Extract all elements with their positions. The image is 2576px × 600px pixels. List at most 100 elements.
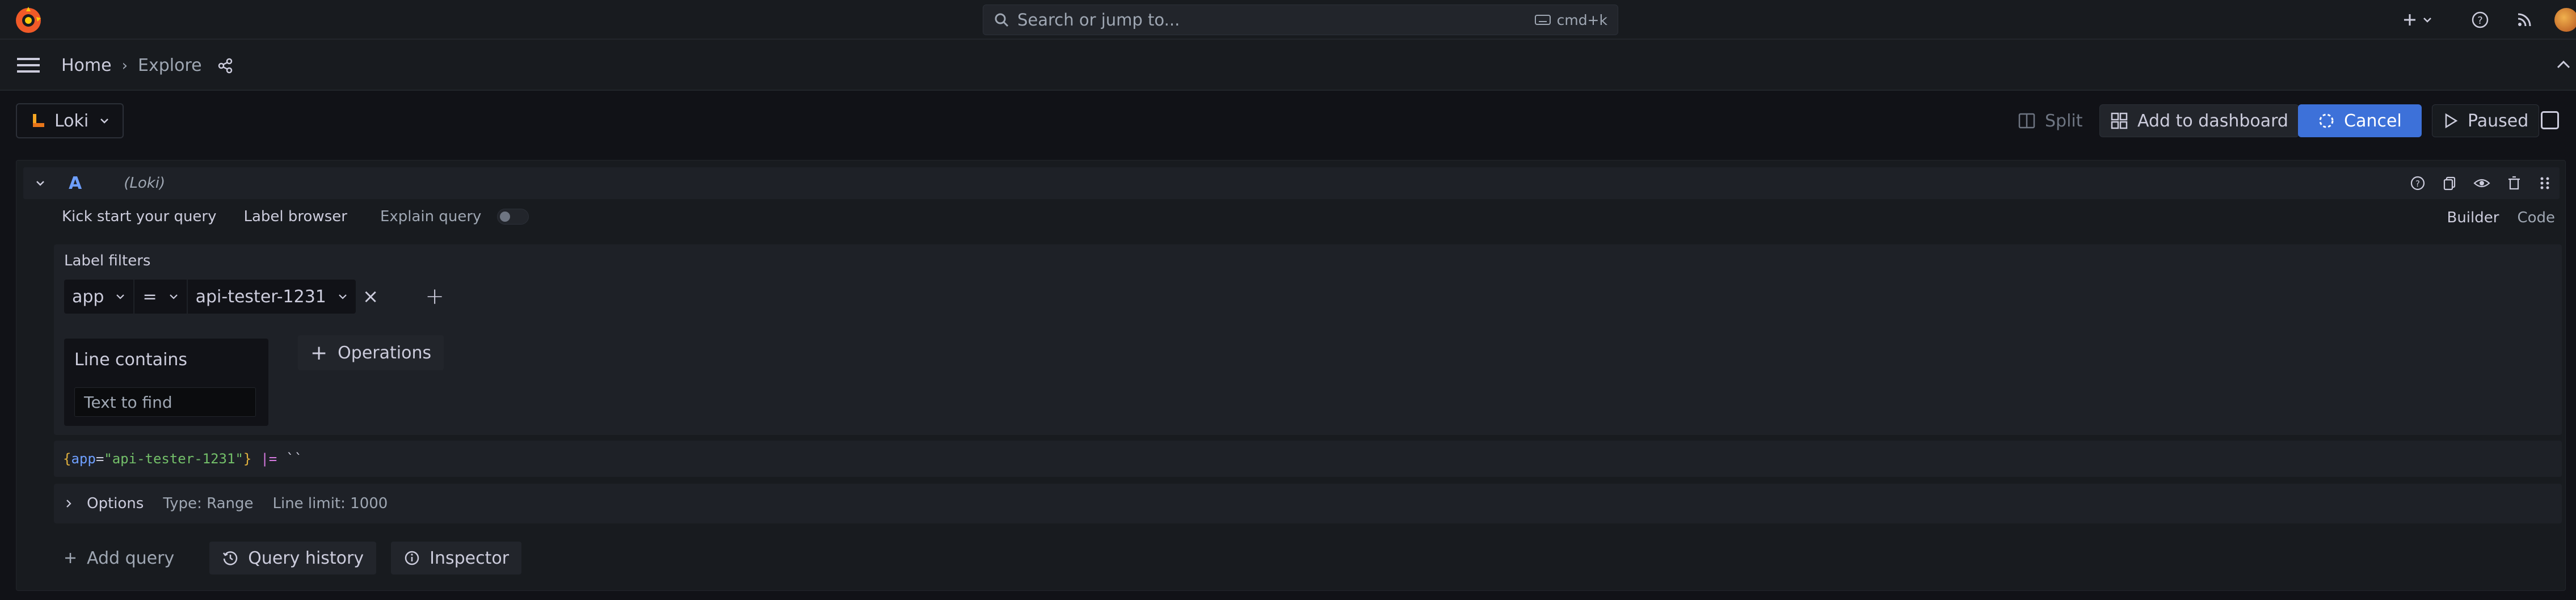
rss-icon — [2518, 13, 2531, 27]
query-actions: Add query Query history Inspector — [63, 542, 522, 574]
menu-icon[interactable] — [16, 56, 41, 75]
mode-builder-tab[interactable]: Builder — [2447, 209, 2499, 226]
share-icon[interactable] — [217, 57, 234, 74]
split-button[interactable]: Split — [2007, 104, 2093, 137]
label-filter-row: app = api-tester-1231 × + — [64, 280, 444, 314]
chevron-down-icon — [100, 119, 109, 124]
chevron-down-icon — [2423, 18, 2431, 23]
query-options[interactable]: Options Type: Range Line limit: 1000 — [54, 484, 2562, 523]
query-history-label: Query history — [248, 548, 364, 568]
query-row-actions: ? — [2410, 175, 2552, 191]
text-to-find-placeholder: Text to find — [84, 392, 172, 412]
add-filter-icon[interactable]: + — [425, 284, 444, 310]
live-tail-button[interactable]: Paused — [2432, 104, 2540, 137]
collapse-icon[interactable] — [2556, 58, 2571, 71]
add-query-label: Add query — [87, 548, 175, 568]
options-line-limit: Line limit: 1000 — [272, 495, 388, 512]
play-icon — [2445, 113, 2458, 129]
svg-text:?: ? — [2477, 15, 2483, 27]
preview-key: app — [71, 451, 96, 467]
info-circle-icon — [405, 551, 419, 565]
search-icon — [995, 13, 1009, 27]
plus-icon: + — [310, 341, 328, 365]
query-history-button[interactable]: Query history — [209, 542, 377, 574]
inspector-label: Inspector — [430, 548, 510, 568]
help-button[interactable]: ? — [2470, 9, 2490, 31]
nav-bar: Home › Explore — [0, 40, 2576, 91]
copy-icon[interactable] — [2442, 175, 2457, 191]
grafana-logo-icon[interactable] — [14, 6, 43, 35]
drag-handle-icon[interactable] — [2538, 175, 2552, 191]
operator-select[interactable]: = — [134, 280, 187, 314]
preview-eq: = — [95, 451, 104, 467]
query-row-header[interactable]: A (Loki) ? — [23, 167, 2560, 199]
datasource-name: Loki — [54, 111, 89, 131]
options-type: Type: Range — [163, 495, 254, 512]
shortcut-label: cmd+k — [1556, 11, 1607, 28]
query-ref-id[interactable]: A — [69, 174, 82, 193]
top-bar: Search or jump to... cmd+k ? — [0, 0, 2576, 40]
breadcrumb-explore: Explore — [138, 56, 202, 75]
value-select[interactable]: api-tester-1231 — [187, 280, 356, 314]
value-select-value: api-tester-1231 — [195, 286, 326, 307]
spinner-icon — [2319, 113, 2334, 128]
breadcrumb-home[interactable]: Home — [61, 56, 112, 75]
plus-icon — [2404, 14, 2415, 26]
search-placeholder: Search or jump to... — [1017, 10, 1180, 29]
chevron-down-icon — [169, 294, 178, 299]
operation-card: Line contains Text to find — [64, 339, 268, 426]
cancel-button[interactable]: Cancel — [2298, 104, 2422, 137]
operation-title: Line contains — [74, 350, 188, 370]
query-panel: A (Loki) ? Kick start your query Label b… — [16, 160, 2566, 591]
label-select-value: app — [72, 286, 104, 307]
query-preview: { app = "api-tester-1231" } |= `` — [54, 441, 2562, 477]
datasource-picker[interactable]: Loki — [16, 103, 124, 138]
label-filters-title: Label filters — [64, 252, 151, 269]
remove-filter-icon[interactable]: × — [363, 285, 379, 308]
add-query-button[interactable]: Add query — [63, 542, 187, 574]
editor-mode-switch: Builder Code — [2447, 209, 2555, 226]
chevron-right-icon — [66, 500, 71, 508]
add-operation-button[interactable]: + Operations — [298, 335, 444, 370]
svg-text:?: ? — [2415, 179, 2420, 189]
inspector-button[interactable]: Inspector — [391, 542, 522, 574]
preview-close-brace: } — [243, 451, 252, 467]
eye-icon[interactable] — [2473, 175, 2490, 191]
mode-code-tab[interactable]: Code — [2517, 209, 2555, 226]
split-label: Split — [2045, 111, 2083, 131]
query-datasource-name: (Loki) — [124, 175, 166, 192]
trash-icon[interactable] — [2506, 175, 2522, 191]
search-shortcut: cmd+k — [1534, 12, 1607, 28]
label-select[interactable]: app — [64, 280, 134, 314]
query-header-controls: Kick start your query Label browser Expl… — [48, 208, 529, 225]
help-icon: ? — [2472, 11, 2489, 28]
help-icon[interactable]: ? — [2410, 175, 2426, 191]
explain-query-toggle[interactable] — [497, 209, 529, 225]
chevron-down-icon — [116, 294, 125, 299]
search-bar[interactable]: Search or jump to... cmd+k — [983, 5, 1618, 35]
query-builder: Label filters app = api-tester-1231 × + … — [54, 244, 2562, 435]
operations-label: Operations — [338, 343, 432, 363]
keyboard-icon — [1534, 15, 1551, 25]
label-browser-button[interactable]: Label browser — [244, 208, 347, 225]
breadcrumb-separator-icon: › — [121, 57, 128, 74]
user-avatar[interactable] — [2554, 8, 2576, 32]
paused-label: Paused — [2468, 111, 2529, 131]
chevron-down-icon[interactable] — [35, 178, 46, 189]
news-button[interactable] — [2516, 9, 2533, 31]
breadcrumb: Home › Explore — [61, 56, 234, 75]
add-to-dashboard-button[interactable]: Add to dashboard — [2099, 104, 2299, 137]
split-icon — [2018, 113, 2035, 129]
explain-query-label: Explain query — [380, 208, 482, 225]
kick-start-button[interactable]: Kick start your query — [62, 208, 217, 225]
preview-literal: `` — [286, 451, 303, 467]
toggle-square-button[interactable] — [2541, 111, 2559, 129]
preview-value: "api-tester-1231" — [104, 451, 243, 467]
history-icon — [223, 551, 238, 565]
apps-icon — [2111, 112, 2128, 129]
preview-pipe: |= — [260, 451, 277, 467]
plus-icon — [65, 553, 75, 563]
text-to-find-input[interactable]: Text to find — [74, 387, 256, 417]
new-menu-button[interactable] — [2401, 9, 2433, 31]
preview-open-brace: { — [63, 451, 71, 467]
